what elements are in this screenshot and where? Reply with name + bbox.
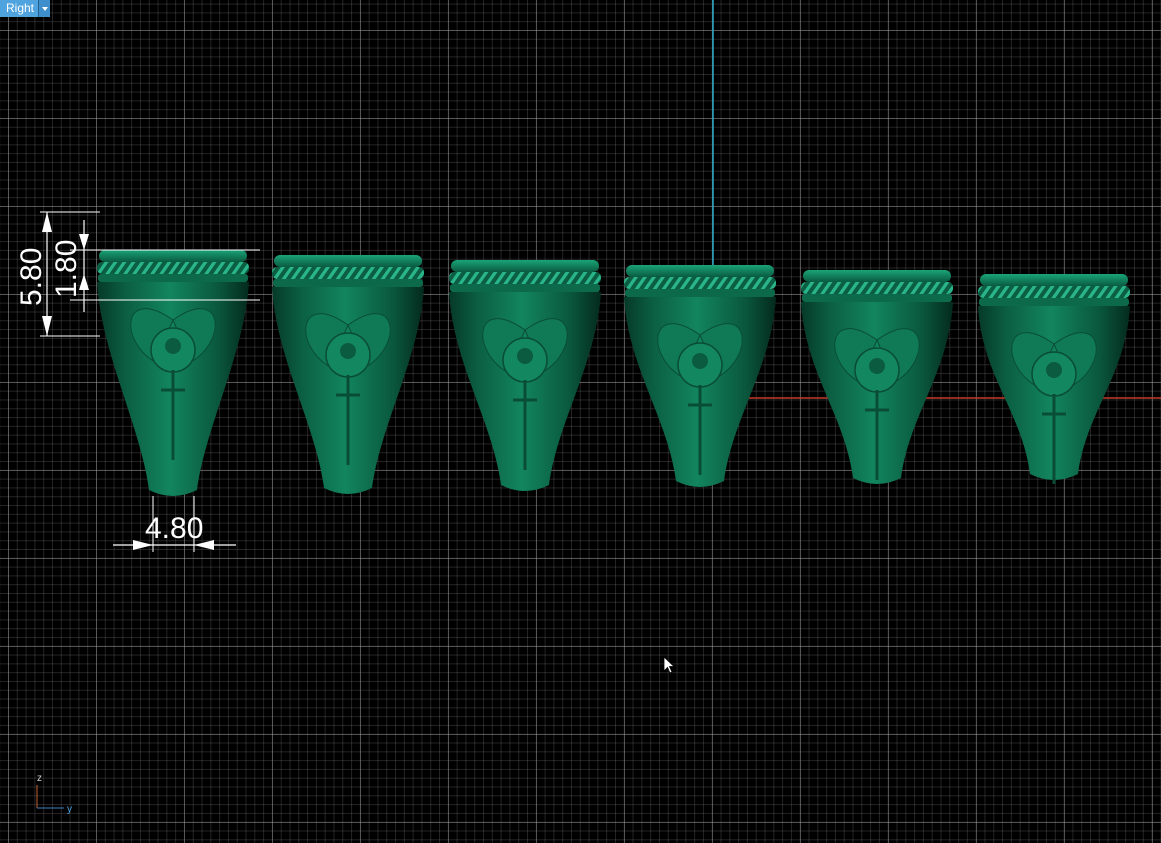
- ring-rope-band: [624, 277, 776, 289]
- ring-top-bezel: [451, 260, 599, 272]
- ring-rope-band: [272, 267, 424, 279]
- view-dropdown-button[interactable]: [38, 0, 51, 17]
- signet-ring-model[interactable]: [272, 255, 424, 494]
- ring-top-bezel: [626, 265, 774, 277]
- ring-top-bezel: [980, 274, 1128, 286]
- dimension-bottom-width[interactable]: 4.80: [113, 496, 236, 552]
- 3d-viewport[interactable]: Right 5.80 1.80 4.80 z y: [0, 0, 1161, 843]
- ring-rope-band: [97, 262, 249, 274]
- arrow-cursor-icon: [663, 656, 676, 674]
- ring-top-bezel: [274, 255, 422, 267]
- ring-rope-band: [978, 286, 1130, 298]
- signet-ring-model[interactable]: [978, 274, 1130, 484]
- ring-lower-band: [98, 274, 248, 282]
- y-axis-label: y: [67, 804, 72, 815]
- ring-lower-band: [273, 279, 423, 287]
- ring-top-bezel: [803, 270, 951, 282]
- signet-ring-model[interactable]: [97, 250, 249, 496]
- signet-ring-model[interactable]: [801, 270, 953, 484]
- ring-top-bezel: [99, 250, 247, 262]
- viewport-view-name[interactable]: Right: [0, 0, 38, 17]
- ring-lower-band: [625, 289, 775, 297]
- axis-indicator: z y: [36, 773, 72, 815]
- dimension-height-total-label: 5.80: [15, 248, 48, 306]
- rings-group: [97, 250, 1130, 496]
- z-axis-label: z: [37, 773, 42, 784]
- viewport-title-tab[interactable]: Right: [0, 0, 51, 17]
- signet-ring-model[interactable]: [449, 260, 601, 491]
- ring-lower-band: [802, 294, 952, 302]
- viewport-scene: 5.80 1.80 4.80 z y: [15, 0, 1161, 815]
- dimension-bottom-width-label: 4.80: [145, 512, 203, 545]
- ring-lower-band: [450, 284, 600, 292]
- signet-ring-model[interactable]: [624, 265, 776, 487]
- ring-lower-band: [979, 298, 1129, 306]
- ring-rope-band: [449, 272, 601, 284]
- dimension-band-height-label: 1.80: [50, 240, 83, 298]
- chevron-down-icon: [41, 6, 48, 11]
- ring-rope-band: [801, 282, 953, 294]
